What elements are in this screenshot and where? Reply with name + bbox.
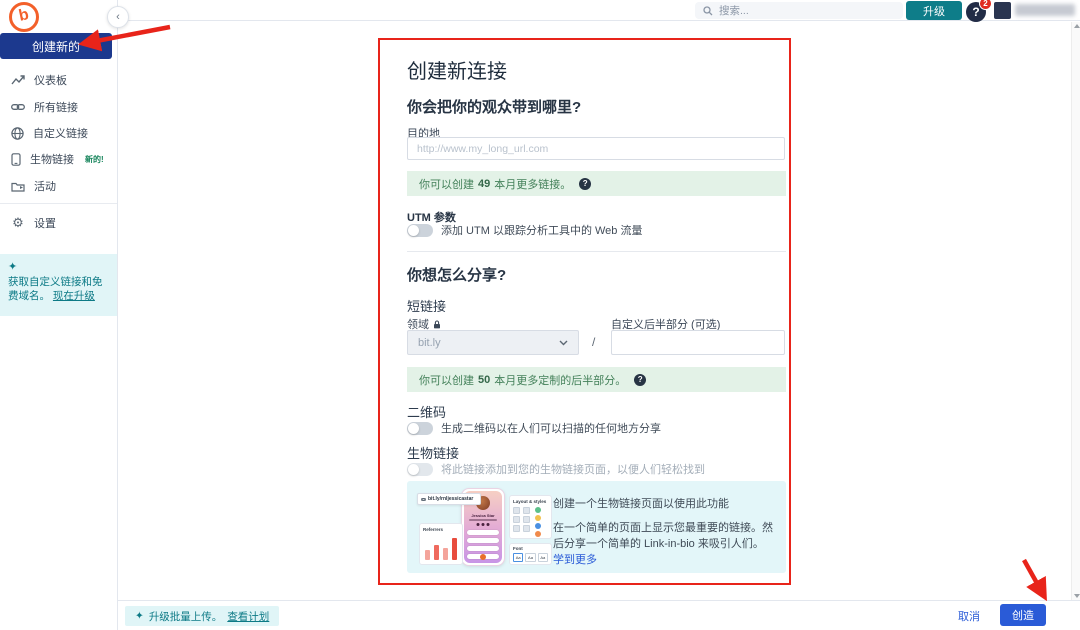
new-badge: 新的!	[85, 154, 104, 165]
chevron-down-icon	[559, 340, 568, 346]
bulk-upload-text: 升级批量上传。	[149, 609, 223, 624]
bio-link-label: 生物链接	[407, 443, 459, 462]
link-icon	[421, 497, 426, 502]
layout-styles-card: Layout & styles	[509, 495, 552, 539]
bio-toggle[interactable]	[407, 463, 433, 476]
promo-title: 创建一个生物链接页面以使用此功能	[553, 495, 775, 511]
sidebar-item-settings[interactable]: ⚙ 设置	[0, 210, 117, 236]
destination-heading: 你会把你的观众带到哪里?	[407, 96, 581, 117]
cancel-button[interactable]: 取消	[958, 608, 980, 624]
globe-icon	[11, 127, 24, 140]
bio-link-promo-box: Jessica Star bit.ly/rnljessicastar Refer…	[407, 481, 786, 573]
social-icons	[477, 523, 490, 526]
scroll-up-arrow[interactable]	[1074, 24, 1080, 28]
page-title: 创建新连接	[407, 55, 507, 84]
trend-chart-icon	[11, 74, 25, 86]
back-half-quota-banner: 你可以创建 50 本月更多定制的后半部分。 ?	[407, 367, 786, 392]
sidebar-item-dashboard[interactable]: 仪表板	[0, 67, 117, 93]
utm-toggle-row: 添加 UTM 以跟踪分析工具中的 Web 流量	[407, 222, 642, 238]
share-heading: 你想怎么分享?	[407, 264, 506, 285]
info-icon[interactable]: ?	[634, 374, 646, 386]
font-card: Font Aa Aa Aa	[509, 543, 552, 565]
bio-toggle-text: 将此链接添加到您的生物链接页面，以便人们轻松找到	[441, 461, 705, 477]
collapse-sidebar-button[interactable]: ‹	[107, 6, 129, 28]
avatar[interactable]	[994, 2, 1011, 19]
scroll-down-arrow[interactable]	[1074, 594, 1080, 598]
utm-toggle-text: 添加 UTM 以跟踪分析工具中的 Web 流量	[441, 222, 642, 238]
sidebar-item-label: 自定义链接	[33, 125, 88, 141]
bitly-create-link-page: 搜索... 升级 ? 2 b 创建新的 仪表板 所有链接 自定义链接 生物链接 …	[0, 0, 1080, 630]
short-url-pill: bit.ly/rnljessicastar	[417, 493, 481, 505]
search-placeholder: 搜索...	[719, 3, 749, 18]
links-quota-count: 49	[478, 178, 490, 190]
toggle-knob	[408, 464, 419, 475]
bio-toggle-row: 将此链接添加到您的生物链接页面，以便人们轻松找到	[407, 461, 705, 477]
sidebar-divider	[0, 203, 117, 204]
bitly-logo-icon[interactable]: b	[9, 2, 39, 32]
toggle-knob	[408, 423, 419, 434]
destination-input[interactable]	[407, 137, 785, 160]
toggle-knob	[408, 225, 419, 236]
link-pill	[467, 530, 499, 535]
folder-icon	[11, 181, 25, 192]
color-dots	[535, 507, 541, 537]
sidebar-item-all-links[interactable]: 所有链接	[0, 94, 117, 120]
promo-body-text: 在一个简单的页面上显示您最重要的链接。然后分享一个简单的 Link-in-bio…	[553, 522, 773, 550]
gear-icon: ⚙	[11, 215, 25, 231]
user-name-redacted	[1015, 4, 1075, 16]
search-icon	[703, 6, 713, 16]
sidebar-upgrade-box: ✦ 获取自定义链接和免费域名。 现在升级	[0, 254, 117, 316]
link-icon	[11, 102, 25, 112]
qr-toggle-text: 生成二维码以在人们可以扫描的任何地方分享	[441, 420, 661, 436]
vertical-scrollbar[interactable]	[1071, 22, 1080, 600]
mini-bar-chart	[425, 538, 457, 560]
short-link-label: 短链接	[407, 296, 446, 315]
custom-back-half-input[interactable]	[611, 330, 785, 355]
sidebar-item-label: 所有链接	[34, 99, 78, 115]
qr-toggle-row: 生成二维码以在人们可以扫描的任何地方分享	[407, 420, 661, 436]
upgrade-button[interactable]: 升级	[906, 1, 962, 20]
create-button[interactable]: 创造	[1000, 604, 1046, 626]
sidebar-item-label: 设置	[34, 215, 56, 231]
upgrade-now-link[interactable]: 现在升级	[53, 290, 95, 302]
view-plans-link[interactable]: 查看计划	[227, 609, 269, 624]
links-quota-banner: 你可以创建 49 本月更多链接。 ?	[407, 171, 786, 196]
sidebar-item-label: 活动	[34, 178, 56, 194]
slash-separator: /	[592, 335, 595, 349]
sparkle-icon: ✦	[135, 610, 144, 622]
sidebar-item-campaigns[interactable]: 活动	[0, 173, 117, 199]
sidebar-item-custom-links[interactable]: 自定义链接	[0, 120, 117, 146]
footer-divider	[118, 600, 1080, 601]
bio-link-illustration: Jessica Star bit.ly/rnljessicastar Refer…	[417, 487, 552, 567]
sidebar-item-bio-link[interactable]: 生物链接 新的!	[0, 146, 117, 172]
utm-toggle[interactable]	[407, 224, 433, 237]
info-icon[interactable]: ?	[579, 178, 591, 190]
domain-select-value: bit.ly	[418, 337, 441, 349]
referrers-chart-card: Referrers	[419, 523, 463, 565]
sparkle-icon: ✦	[8, 260, 109, 273]
domain-select[interactable]: bit.ly	[407, 330, 579, 355]
link-pill	[467, 538, 499, 543]
create-new-button[interactable]: 创建新的	[0, 33, 112, 59]
qr-code-label: 二维码	[407, 402, 446, 421]
section-divider	[407, 251, 786, 252]
search-input[interactable]: 搜索...	[695, 2, 903, 19]
qr-toggle[interactable]	[407, 422, 433, 435]
bulk-upload-banner: ✦ 升级批量上传。 查看计划	[125, 606, 279, 626]
profile-name: Jessica Star	[471, 513, 494, 518]
link-pill	[467, 546, 499, 551]
phone-icon	[11, 153, 21, 166]
sidebar-item-label: 仪表板	[34, 72, 67, 88]
back-half-quota-count: 50	[478, 374, 490, 386]
lock-icon	[433, 320, 441, 329]
learn-more-link[interactable]: 学到更多	[553, 554, 597, 566]
sidebar-item-label: 生物链接	[30, 151, 74, 167]
